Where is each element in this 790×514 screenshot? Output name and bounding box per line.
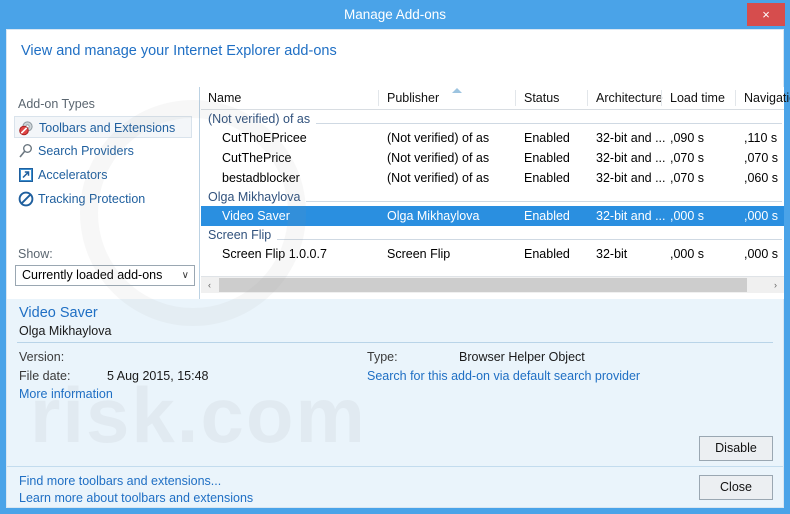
- sidebar-item-label: Tracking Protection: [38, 192, 146, 206]
- group-rule: [208, 239, 782, 240]
- cell-publisher: Olga Mikhaylova: [387, 209, 480, 223]
- type-label: Type:: [367, 350, 398, 364]
- find-more-link[interactable]: Find more toolbars and extensions...: [19, 474, 221, 488]
- type-value: Browser Helper Object: [459, 350, 585, 364]
- cell-publisher: (Not verified) of as: [387, 131, 490, 145]
- footer-divider: [7, 466, 783, 467]
- cell-publisher: (Not verified) of as: [387, 171, 490, 185]
- sidebar-item-label: Search Providers: [38, 144, 134, 158]
- column-header-architecture[interactable]: Architecture: [596, 87, 663, 109]
- learn-more-link[interactable]: Learn more about toolbars and extensions: [19, 491, 253, 505]
- title-bar: Manage Add-ons ×: [0, 0, 790, 29]
- column-header-load-time[interactable]: Load time: [670, 87, 725, 109]
- cell-navigation: ,110 s: [744, 131, 778, 145]
- table-row[interactable]: Video Saver Olga Mikhaylova Enabled 32-bit …: [201, 206, 784, 226]
- footer: Disable Find more toolbars and extension…: [6, 434, 784, 508]
- show-filter-select[interactable]: Currently loaded add-ons ∨: [15, 265, 195, 286]
- show-filter-value: Currently loaded add-ons: [22, 268, 163, 282]
- sidebar-item-label: Toolbars and Extensions: [39, 121, 176, 135]
- disable-button[interactable]: Disable: [699, 436, 773, 461]
- cell-status: Enabled: [524, 151, 570, 165]
- column-divider[interactable]: [587, 90, 588, 106]
- toolbars-extensions-icon: [19, 120, 35, 136]
- cell-load-time: ,000 s: [670, 247, 705, 261]
- sidebar-item-toolbars-and-extensions[interactable]: Toolbars and Extensions: [14, 116, 192, 138]
- version-label: Version:: [19, 350, 65, 364]
- sidebar-item-tracking-protection[interactable]: Tracking Protection: [14, 188, 192, 210]
- sidebar-item-label: Accelerators: [38, 168, 108, 182]
- cell-status: Enabled: [524, 209, 570, 223]
- group-label: (Not verified) of as: [208, 110, 317, 128]
- no-entry-icon: [18, 191, 34, 207]
- cell-status: Enabled: [524, 131, 570, 145]
- detail-divider: [17, 342, 773, 343]
- search-addon-link[interactable]: Search for this add-on via default searc…: [367, 369, 640, 383]
- sidebar-title: Add-on Types: [18, 97, 95, 111]
- cell-load-time: ,000 s: [670, 209, 705, 223]
- table-row[interactable]: CutThoEPricee (Not verified) of as Enabled…: [201, 128, 784, 148]
- body-panel: Add-on Types Toolbars and Extensions Sear…: [6, 87, 790, 299]
- table-row[interactable]: Screen Flip 1.0.0.7 Screen Flip Enabled 32-…: [201, 244, 784, 264]
- column-divider[interactable]: [735, 90, 736, 106]
- manage-addons-window: Manage Add-ons × View and manage your In…: [0, 0, 790, 514]
- group-label: Screen Flip: [208, 226, 278, 244]
- addons-table: Name Publisher Status Architecture Load time…: [201, 87, 790, 299]
- magnifier-icon: [18, 143, 34, 159]
- chevron-down-icon: ∨: [181, 270, 189, 281]
- column-header-navigation[interactable]: Navigation: [744, 87, 790, 109]
- cell-name: CutThePrice: [222, 151, 292, 165]
- cell-navigation: ,000 s: [744, 247, 779, 261]
- column-header-status[interactable]: Status: [524, 87, 559, 109]
- column-divider[interactable]: [515, 90, 516, 106]
- table-header-row: Name Publisher Status Architecture Load time…: [201, 87, 790, 110]
- group-label: Olga Mikhaylova: [208, 188, 307, 206]
- banner: View and manage your Internet Explorer a…: [6, 29, 784, 87]
- cell-load-time: ,090 s: [670, 131, 705, 145]
- detail-addon-publisher: Olga Mikhaylova: [19, 324, 112, 338]
- sort-ascending-icon: [452, 88, 462, 93]
- detail-addon-name: Video Saver: [19, 305, 98, 321]
- more-information-link[interactable]: More information: [19, 387, 113, 401]
- cell-status: Enabled: [524, 171, 570, 185]
- cell-status: Enabled: [524, 247, 570, 261]
- file-date-label: File date:: [19, 369, 71, 383]
- close-dialog-button[interactable]: Close: [699, 475, 773, 500]
- table-group-header: Screen Flip: [201, 226, 784, 244]
- file-date-value: 5 Aug 2015, 15:48: [107, 369, 209, 383]
- column-header-name[interactable]: Name: [208, 87, 241, 109]
- cell-publisher: (Not verified) of as: [387, 151, 490, 165]
- details-pane: Video Saver Olga Mikhaylova Version: Fil…: [6, 299, 784, 434]
- cell-navigation: ,060 s: [744, 171, 779, 185]
- column-divider[interactable]: [661, 90, 662, 106]
- column-header-publisher[interactable]: Publisher: [387, 87, 439, 109]
- cell-name: Video Saver: [222, 209, 290, 223]
- sidebar: Add-on Types Toolbars and Extensions Sear…: [7, 87, 200, 299]
- sidebar-item-accelerators[interactable]: Accelerators: [14, 164, 192, 186]
- cell-load-time: ,070 s: [670, 171, 705, 185]
- cell-navigation: ,070 s: [744, 151, 779, 165]
- cell-name: CutThoEPricee: [222, 131, 307, 145]
- cell-load-time: ,070 s: [670, 151, 705, 165]
- cell-publisher: Screen Flip: [387, 247, 451, 261]
- scroll-right-icon[interactable]: ›: [767, 277, 784, 293]
- cell-name: bestadblocker: [222, 171, 300, 185]
- scroll-left-icon[interactable]: ‹: [201, 277, 218, 293]
- window-close-button[interactable]: ×: [747, 3, 785, 26]
- window-title: Manage Add-ons: [343, 7, 447, 22]
- table-body: (Not verified) of as CutThoEPricee (Not ve…: [201, 110, 784, 276]
- banner-text: View and manage your Internet Explorer a…: [21, 43, 337, 59]
- sidebar-item-search-providers[interactable]: Search Providers: [14, 140, 192, 162]
- table-group-header: Olga Mikhaylova: [201, 188, 784, 206]
- table-row[interactable]: bestadblocker (Not verified) of as Enabled…: [201, 168, 784, 188]
- cell-navigation: ,000 s: [744, 209, 779, 223]
- column-divider[interactable]: [378, 90, 379, 106]
- horizontal-scrollbar[interactable]: ‹ ›: [201, 276, 784, 293]
- show-filter-label: Show:: [18, 247, 53, 261]
- cell-name: Screen Flip 1.0.0.7: [222, 247, 327, 261]
- accelerator-arrow-icon: [18, 167, 34, 183]
- table-group-header: (Not verified) of as: [201, 110, 784, 128]
- table-row[interactable]: CutThePrice (Not verified) of as Enabled 32…: [201, 148, 784, 168]
- scrollbar-thumb[interactable]: [219, 278, 747, 292]
